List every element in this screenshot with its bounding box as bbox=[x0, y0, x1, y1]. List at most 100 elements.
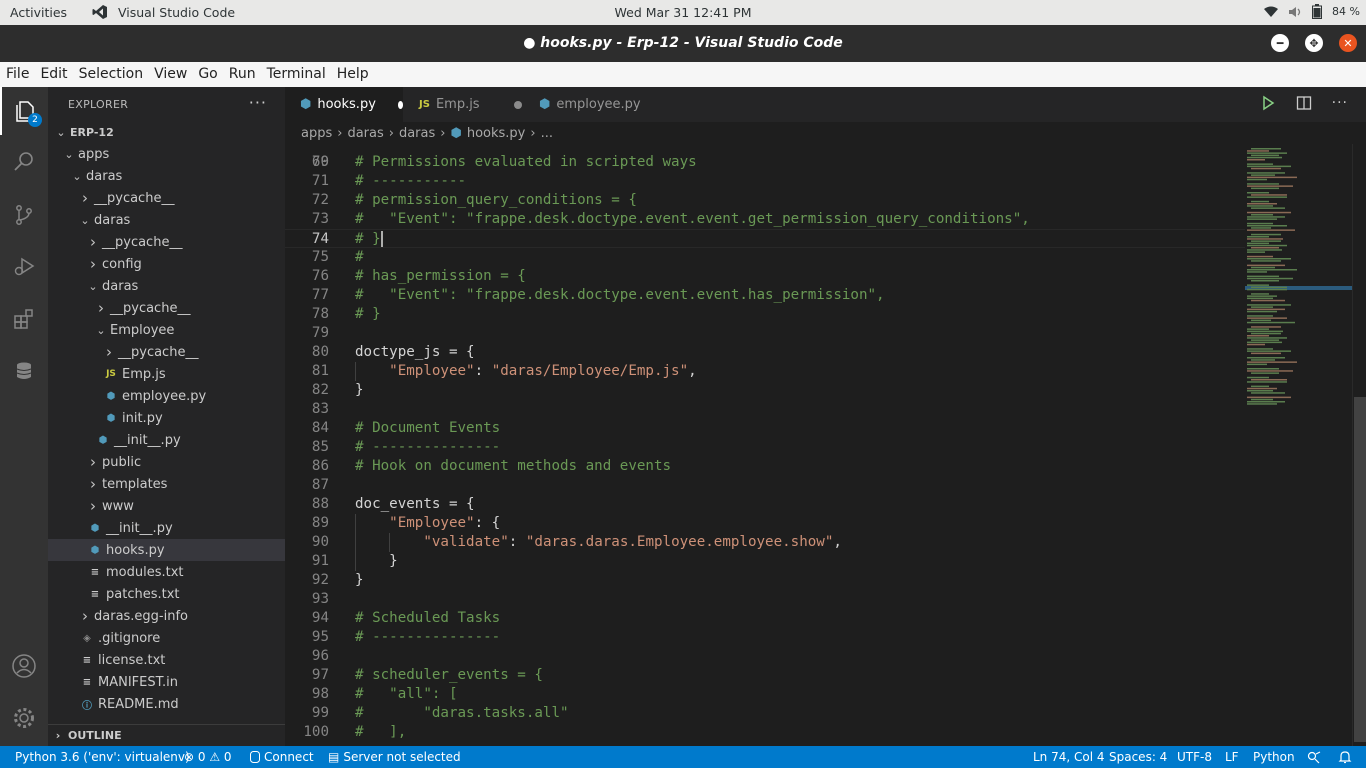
system-top-bar: Activities Visual Studio Code Wed Mar 31… bbox=[0, 0, 1366, 25]
code-line: 91 } bbox=[285, 552, 1245, 571]
tree-item-label: __pycache__ bbox=[102, 234, 183, 250]
file-tree-item[interactable]: ⬢ __init__.py bbox=[48, 429, 285, 451]
tab-emp-js[interactable]: JS Emp.js bbox=[403, 87, 523, 122]
split-editor-icon[interactable] bbox=[1296, 95, 1312, 111]
extensions-view-button[interactable] bbox=[0, 295, 48, 343]
python-interpreter-status[interactable]: Python 3.6 ('env': virtualenv) bbox=[15, 750, 190, 764]
code-editor[interactable]: 69 # ----------- 70 # Permissions evaluat… bbox=[285, 144, 1245, 746]
menu-help[interactable]: Help bbox=[331, 62, 374, 87]
chevron-down-icon: ⌄ bbox=[56, 125, 66, 139]
feedback-button[interactable] bbox=[1307, 750, 1321, 764]
maximize-button[interactable]: ✥ bbox=[1305, 34, 1323, 52]
accounts-button[interactable] bbox=[0, 642, 48, 690]
breadcrumb-item[interactable]: apps bbox=[301, 126, 332, 141]
file-tree-item[interactable]: ≡ patches.txt bbox=[48, 583, 285, 605]
connect-status[interactable]: Connect bbox=[250, 750, 314, 764]
minimap-line bbox=[1247, 218, 1277, 220]
breadcrumb-item[interactable]: ... bbox=[541, 126, 553, 141]
menu-view[interactable]: View bbox=[148, 62, 192, 87]
folder-tree-item[interactable]: ⌄ daras bbox=[48, 275, 285, 297]
folder-tree-item[interactable]: › __pycache__ bbox=[48, 231, 285, 253]
folder-tree-item[interactable]: › www bbox=[48, 495, 285, 517]
breadcrumb-item[interactable]: daras bbox=[347, 126, 383, 141]
run-python-file-icon[interactable] bbox=[1260, 95, 1276, 111]
file-tree-item[interactable]: JS Emp.js bbox=[48, 363, 285, 385]
database-icon bbox=[250, 751, 260, 763]
menu-run[interactable]: Run bbox=[223, 62, 261, 87]
line-number: 70 bbox=[311, 154, 329, 170]
folder-tree-item[interactable]: › daras.egg-info bbox=[48, 605, 285, 627]
encoding-status[interactable]: UTF-8 bbox=[1177, 750, 1212, 764]
problems-status[interactable]: ⊗ 0 ⚠ 0 bbox=[184, 750, 232, 764]
folder-tree-item[interactable]: › public bbox=[48, 451, 285, 473]
file-tree-item[interactable]: ◈ .gitignore bbox=[48, 627, 285, 649]
file-tree-item[interactable]: ≡ license.txt bbox=[48, 649, 285, 671]
minimap-line bbox=[1247, 343, 1265, 346]
folder-tree-item[interactable]: › __pycache__ bbox=[48, 187, 285, 209]
file-tree-item[interactable]: ≡ modules.txt bbox=[48, 561, 285, 583]
menu-file[interactable]: File bbox=[0, 62, 34, 87]
more-actions-icon[interactable]: ··· bbox=[1332, 95, 1348, 111]
close-button[interactable]: ✕ bbox=[1339, 34, 1357, 52]
folder-tree-item[interactable]: ⌄ Employee bbox=[48, 319, 285, 341]
source-control-view-button[interactable] bbox=[0, 191, 48, 239]
line-number: 73 bbox=[311, 211, 329, 227]
file-tree-item[interactable]: ⬢ __init__.py bbox=[48, 517, 285, 539]
server-status[interactable]: ▤ Server not selected bbox=[328, 750, 461, 764]
database-view-button[interactable] bbox=[0, 347, 48, 395]
code-line: 90 "validate": "daras.daras.Employee.emp… bbox=[285, 533, 1245, 552]
cursor-position-status[interactable]: Ln 74, Col 4 bbox=[1033, 750, 1105, 764]
tab-employee-py[interactable]: ⬢ employee.py bbox=[523, 87, 658, 122]
folder-tree-item[interactable]: › templates bbox=[48, 473, 285, 495]
breadcrumb-item[interactable]: daras bbox=[399, 126, 435, 141]
folder-tree-item[interactable]: ⌄ daras bbox=[48, 209, 285, 231]
minimap-line bbox=[1247, 222, 1273, 225]
code-line: 84 # Document Events bbox=[285, 419, 1245, 438]
code-line: 88 doc_events = { bbox=[285, 495, 1245, 514]
minimize-button[interactable]: ━ bbox=[1271, 34, 1289, 52]
file-tree-item[interactable]: ⬢ employee.py bbox=[48, 385, 285, 407]
outline-section-header[interactable]: › OUTLINE bbox=[48, 724, 285, 746]
indentation-status[interactable]: Spaces: 4 bbox=[1109, 750, 1167, 764]
eol-status[interactable]: LF bbox=[1225, 750, 1239, 764]
menu-go[interactable]: Go bbox=[192, 62, 222, 87]
system-tray[interactable]: 84 % bbox=[1264, 4, 1360, 19]
folder-tree-item[interactable]: › __pycache__ bbox=[48, 341, 285, 363]
file-tree-item[interactable]: ⬢ hooks.py bbox=[48, 539, 285, 561]
manage-button[interactable] bbox=[0, 694, 48, 742]
menu-selection[interactable]: Selection bbox=[73, 62, 149, 87]
notifications-button[interactable] bbox=[1338, 750, 1352, 764]
tree-item-label: ERP-12 bbox=[70, 125, 114, 139]
server-label: Server not selected bbox=[343, 750, 461, 764]
minimap[interactable] bbox=[1245, 144, 1352, 746]
file-tree-item[interactable]: ⓘ README.md bbox=[48, 693, 285, 715]
explorer-view-button[interactable]: 2 bbox=[0, 87, 48, 135]
unsaved-dot-icon[interactable] bbox=[513, 100, 522, 109]
menu-edit[interactable]: Edit bbox=[34, 62, 72, 87]
file-tree-item[interactable]: ≡ MANIFEST.in bbox=[48, 671, 285, 693]
file-tree-item[interactable]: ⬢ init.py bbox=[48, 407, 285, 429]
folder-tree-item[interactable]: ⌄ apps bbox=[48, 143, 285, 165]
breadcrumb-item[interactable]: hooks.py bbox=[467, 126, 526, 141]
tab-hooks-py[interactable]: ⬢ hooks.py bbox=[285, 87, 403, 122]
run-debug-view-button[interactable] bbox=[0, 242, 48, 290]
javascript-file-icon: JS bbox=[419, 99, 430, 110]
folder-tree-item[interactable]: ⌄ ERP-12 bbox=[48, 121, 285, 143]
minimap-line bbox=[1247, 363, 1267, 366]
minimize-icon: ━ bbox=[1276, 36, 1284, 50]
folder-tree-item[interactable]: › __pycache__ bbox=[48, 297, 285, 319]
code-line: 74 # } bbox=[285, 229, 1245, 248]
menu-terminal[interactable]: Terminal bbox=[261, 62, 331, 87]
explorer-more-button[interactable]: ··· bbox=[249, 93, 267, 112]
editor-scrollbar[interactable] bbox=[1352, 144, 1366, 746]
folder-tree-item[interactable]: ⌄ daras bbox=[48, 165, 285, 187]
line-number: 81 bbox=[311, 363, 329, 379]
editor-tab-bar: ⬢ hooks.py JS Emp.js ⬢ employee.py ··· bbox=[285, 87, 1366, 122]
scrollbar-thumb[interactable] bbox=[1354, 397, 1366, 742]
clock[interactable]: Wed Mar 31 12:41 PM bbox=[0, 5, 1366, 20]
folder-tree-item[interactable]: › config bbox=[48, 253, 285, 275]
indent-guide bbox=[389, 533, 390, 552]
line-number: 85 bbox=[311, 439, 329, 455]
language-mode-status[interactable]: Python bbox=[1253, 750, 1295, 764]
search-view-button[interactable] bbox=[0, 137, 48, 185]
